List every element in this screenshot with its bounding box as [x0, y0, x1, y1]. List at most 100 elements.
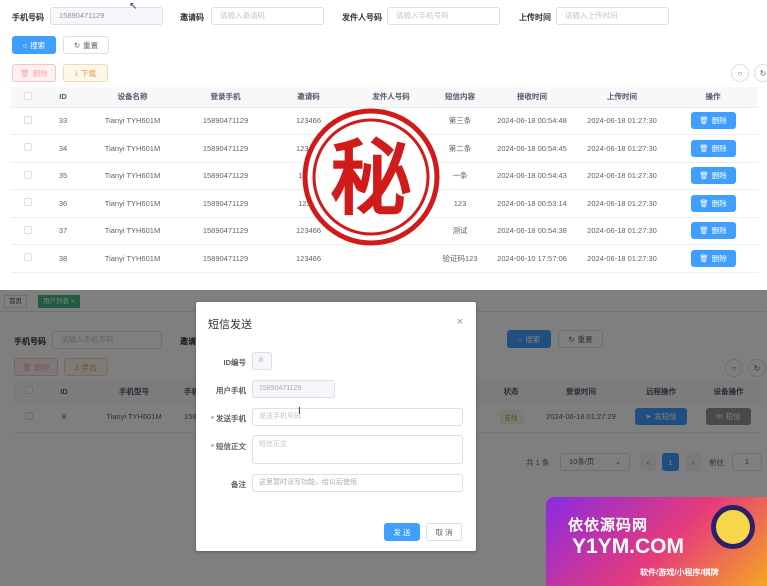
table-search-toggle-button[interactable]: ○ [731, 64, 749, 82]
cell-device: Tianyi TYH601M [81, 162, 184, 190]
cell-id: 36 [45, 189, 81, 218]
cell-content: 一条 [432, 162, 488, 190]
close-icon[interactable]: × [457, 316, 463, 328]
row-checkbox[interactable] [24, 143, 32, 152]
cell-id: 35 [45, 162, 81, 190]
cell-uploaded: 2024-06-18 01:27:30 [576, 217, 668, 245]
cell-login-phone: 15890471129 [184, 107, 267, 135]
row-delete-button[interactable]: 🗑 删除 [690, 167, 736, 185]
row-checkbox-cell[interactable] [11, 107, 45, 135]
cell-sender [350, 244, 432, 273]
sms-body-label: * 短信正文 [196, 441, 246, 452]
cell-content: 测试 [432, 217, 488, 245]
refresh-icon: ↻ [73, 40, 81, 50]
invite-label: 邀请码 [180, 13, 204, 22]
cell-content: 123 [432, 189, 488, 218]
id-field: 8 [252, 352, 272, 370]
row-delete-button[interactable]: 🗑 删除 [690, 249, 736, 267]
row-checkbox[interactable] [24, 225, 32, 234]
row-checkbox-cell[interactable] [11, 189, 45, 218]
cell-received: 2024-06-18 00:54:43 [488, 162, 576, 190]
search-button-label: 搜索 [30, 40, 46, 50]
select-all-checkbox[interactable] [24, 91, 32, 100]
search-icon: ○ [22, 40, 28, 50]
download-icon: ⤓ [74, 68, 79, 77]
cell-id: 38 [45, 244, 81, 273]
row-checkbox[interactable] [24, 253, 32, 262]
cell-action: 🗑 删除 [668, 134, 758, 163]
col-header: 邀请码 [267, 87, 350, 108]
row-checkbox[interactable] [24, 115, 32, 124]
table-refresh-button[interactable]: ↻ [754, 64, 767, 82]
col-header: 发件人号码 [350, 87, 432, 108]
invite-input[interactable]: 请输入邀请码 [211, 7, 324, 25]
cell-login-phone: 15890471129 [184, 189, 267, 218]
row-delete-label: 删除 [711, 143, 727, 153]
send-button[interactable]: 发 送 [384, 523, 420, 541]
row-delete-button[interactable]: 🗑 删除 [690, 112, 736, 130]
reset-button[interactable]: ↻重置 [63, 36, 109, 54]
row-checkbox-cell[interactable] [11, 217, 45, 245]
phone-input[interactable]: 15890471129 [50, 7, 163, 25]
row-delete-button[interactable]: 🗑 删除 [690, 222, 736, 240]
cell-uploaded: 2024-06-18 01:27:30 [576, 244, 668, 273]
magnifier-icon [711, 505, 755, 549]
sms-body-textarea[interactable]: 短信正文 [252, 435, 463, 464]
sms-list-page: 手机号码 15890471129 ↖ 邀请码 请输入邀请码 发件人号码 请输入手… [0, 0, 767, 290]
cell-device: Tianyi TYH601M [81, 244, 184, 273]
cell-content: 第三条 [432, 107, 488, 135]
row-delete-label: 删除 [711, 226, 727, 236]
send-phone-input[interactable]: 发送手机号码 [252, 408, 463, 426]
trash-icon: 🗑 [699, 171, 709, 181]
trash-icon: 🗑 [699, 198, 709, 208]
select-all-checkbox-cell[interactable] [11, 87, 45, 108]
cell-action: 🗑 删除 [668, 244, 758, 273]
row-delete-button[interactable]: 🗑 删除 [690, 194, 736, 212]
cell-uploaded: 2024-06-18 01:27:30 [576, 162, 668, 190]
cell-login-phone: 15890471129 [184, 217, 267, 245]
trash-icon: 🗑 [699, 253, 709, 263]
cell-action: 🗑 删除 [668, 162, 758, 190]
text-cursor-icon: I [298, 406, 301, 417]
row-delete-button[interactable]: 🗑 删除 [690, 139, 736, 157]
download-button[interactable]: ⤓ 下载 [63, 64, 108, 82]
upload-time-input[interactable]: 请输入上传时间 [556, 7, 669, 25]
mouse-cursor-icon: ↖ [129, 1, 138, 12]
row-checkbox-cell[interactable] [11, 134, 45, 163]
cell-login-phone: 15890471129 [184, 134, 267, 163]
send-phone-label-text: 发送手机 [216, 414, 246, 423]
col-header: 接收时间 [488, 87, 576, 108]
cell-id: 33 [45, 107, 81, 135]
batch-delete-button[interactable]: 🗑删除 [12, 64, 56, 82]
cell-uploaded: 2024-06-18 01:27:30 [576, 134, 668, 163]
row-delete-label: 删除 [711, 116, 727, 126]
cell-action: 🗑 删除 [668, 217, 758, 245]
trash-icon: 🗑 [699, 143, 709, 153]
row-checkbox[interactable] [24, 170, 32, 179]
col-header: 设备名称 [81, 87, 184, 108]
cell-device: Tianyi TYH601M [81, 134, 184, 163]
row-checkbox-cell[interactable] [11, 162, 45, 190]
cell-login-phone: 15890471129 [184, 162, 267, 190]
cell-content: 第二条 [432, 134, 488, 163]
cancel-button[interactable]: 取 消 [426, 523, 462, 541]
col-header: 短信内容 [432, 87, 488, 108]
search-icon: ○ [737, 68, 743, 78]
row-checkbox-cell[interactable] [11, 244, 45, 273]
cell-received: 2024-06-18 00:53:14 [488, 189, 576, 218]
sender-input[interactable]: 请输入手机号码 [387, 7, 500, 25]
search-button[interactable]: ○搜索 [12, 36, 56, 54]
row-checkbox[interactable] [24, 198, 32, 207]
note-input[interactable]: 这里暂时没写功能，给以后使用 [252, 474, 463, 492]
download-button-label: 下载 [81, 68, 97, 78]
site-watermark-logo: 依依源码网 Y1YM.COM 软件/游戏/小程序/棋牌 [546, 497, 767, 586]
cell-uploaded: 2024-06-18 01:27:30 [576, 107, 668, 135]
cell-received: 2024-06-10 17:57:06 [488, 244, 576, 273]
cell-received: 2024-06-18 00:54:48 [488, 107, 576, 135]
watermark-cn-name: 依依源码网 [568, 517, 649, 534]
trash-icon: 🗑 [699, 116, 709, 126]
cell-received: 2024-06-18 00:54:38 [488, 217, 576, 245]
sender-label: 发件人号码 [342, 13, 382, 22]
cell-device: Tianyi TYH601M [81, 107, 184, 135]
watermark-tagline: 软件/游戏/小程序/棋牌 [640, 568, 719, 577]
